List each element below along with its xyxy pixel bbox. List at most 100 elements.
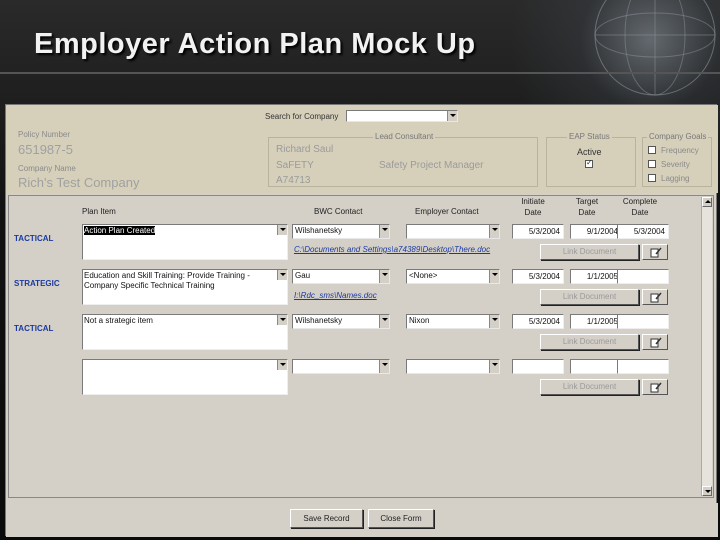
frequency-label: Frequency: [661, 146, 699, 155]
row-type-label: TACTICAL: [14, 324, 54, 333]
bwc-contact-combo[interactable]: Gau: [292, 269, 390, 284]
scroll-arrow-icon[interactable]: [277, 225, 287, 235]
title-divider: [0, 72, 720, 74]
plan-item-text: Not a strategic item: [84, 316, 153, 325]
frequency-checkbox[interactable]: [648, 146, 656, 154]
link-document-button[interactable]: Link Document: [540, 244, 639, 260]
plan-item-text: Education and Skill Training: Provide Tr…: [84, 271, 250, 290]
subform-scrollbar[interactable]: [701, 197, 712, 496]
bwc-contact-value: Wilshanetsky: [295, 316, 343, 325]
severity-label: Severity: [661, 160, 690, 169]
scroll-up-icon[interactable]: [702, 197, 712, 207]
company-goals-group: Company Goals Frequency Severity Lagging: [642, 132, 712, 187]
scroll-arrow-icon[interactable]: [277, 315, 287, 325]
eap-status-value: Active: [577, 147, 602, 157]
eap-status-checkbox[interactable]: [585, 158, 593, 168]
employer-contact-value: <None>: [409, 271, 438, 280]
consultant-name: Richard Saul: [276, 144, 334, 155]
col-employer-contact: Employer Contact: [415, 207, 479, 216]
lagging-checkbox[interactable]: [648, 174, 656, 182]
eap-status-title: EAP Status: [567, 132, 612, 141]
link-document-button[interactable]: Link Document: [540, 289, 639, 305]
lead-consultant-group: Lead Consultant Richard Saul SaFETY Safe…: [268, 132, 538, 187]
chevron-down-icon[interactable]: [379, 225, 389, 238]
bwc-contact-value: Wilshanetsky: [295, 226, 343, 235]
link-document-button[interactable]: Link Document: [540, 379, 639, 395]
chevron-down-icon[interactable]: [489, 270, 499, 283]
initiate-date-field[interactable]: 5/3/2004: [512, 314, 564, 329]
row-type-label: TACTICAL: [14, 234, 54, 243]
scroll-arrow-icon[interactable]: [277, 360, 287, 370]
complete-date-field[interactable]: [617, 314, 669, 329]
complete-date-field[interactable]: [617, 269, 669, 284]
company-name-value: Rich's Test Company: [18, 175, 140, 190]
lead-consultant-title: Lead Consultant: [373, 132, 436, 141]
scroll-arrow-icon[interactable]: [277, 270, 287, 280]
consultant-department: SaFETY: [276, 160, 314, 171]
plan-item-field[interactable]: Not a strategic item: [82, 314, 288, 350]
consultant-role: Safety Project Manager: [379, 160, 484, 171]
col-bwc-contact: BWC Contact: [314, 207, 363, 216]
initiate-date-field[interactable]: [512, 359, 564, 374]
bwc-contact-combo[interactable]: Wilshanetsky: [292, 314, 390, 329]
open-document-button[interactable]: [642, 289, 668, 305]
plan-item-text: Action Plan Created: [84, 226, 156, 235]
initiate-date-field[interactable]: 5/3/2004: [512, 269, 564, 284]
employer-contact-combo[interactable]: [406, 224, 500, 239]
linked-document-path[interactable]: I:\Rdc_sms\Names.doc: [294, 291, 377, 300]
chevron-down-icon[interactable]: [489, 225, 499, 238]
edit-document-icon: [650, 337, 662, 348]
col-plan-item: Plan Item: [82, 207, 116, 216]
complete-date-field[interactable]: 5/3/2004: [617, 224, 669, 239]
edit-document-icon: [650, 247, 662, 258]
row-type-label: STRATEGIC: [14, 279, 60, 288]
severity-checkbox[interactable]: [648, 160, 656, 168]
policy-number-value: 651987-5: [18, 142, 73, 157]
chevron-down-icon[interactable]: [379, 270, 389, 283]
bwc-contact-combo[interactable]: Wilshanetsky: [292, 224, 390, 239]
edit-document-icon: [650, 292, 662, 303]
form-header: Policy Number 651987-5 Company Name Rich…: [6, 105, 718, 193]
bwc-contact-combo[interactable]: [292, 359, 390, 374]
link-document-button[interactable]: Link Document: [540, 334, 639, 350]
employer-contact-combo[interactable]: <None>: [406, 269, 500, 284]
slide-title: Employer Action Plan Mock Up: [34, 28, 476, 60]
save-record-button[interactable]: Save Record: [290, 509, 363, 528]
search-company-combo[interactable]: [346, 110, 458, 122]
col-complete-date: Complete Date: [622, 197, 658, 217]
bwc-contact-value: Gau: [295, 271, 311, 280]
target-date-field[interactable]: [570, 359, 622, 374]
col-target-date: Target Date: [575, 197, 599, 217]
linked-document-path[interactable]: C:\Documents and Settings\a74389\Desktop…: [294, 245, 490, 254]
company-goals-title: Company Goals: [647, 132, 709, 141]
scroll-down-icon[interactable]: [702, 486, 712, 496]
chevron-down-icon[interactable]: [379, 360, 389, 373]
target-date-field[interactable]: 9/1/2004: [570, 224, 622, 239]
col-initiate-date: Initiate Date: [521, 197, 545, 217]
open-document-button[interactable]: [642, 334, 668, 350]
company-name-label: Company Name: [18, 164, 76, 173]
plan-item-field[interactable]: Action Plan Created: [82, 224, 288, 260]
chevron-down-icon[interactable]: [447, 111, 457, 121]
consultant-id: A74713: [276, 175, 311, 186]
plan-items-subform: Plan Item BWC Contact Employer Contact I…: [8, 195, 714, 498]
open-document-button[interactable]: [642, 244, 668, 260]
complete-date-field[interactable]: [617, 359, 669, 374]
open-document-button[interactable]: [642, 379, 668, 395]
plan-item-field[interactable]: [82, 359, 288, 395]
employer-contact-combo[interactable]: Nixon: [406, 314, 500, 329]
close-form-button[interactable]: Close Form: [368, 509, 434, 528]
target-date-field[interactable]: 1/1/2005: [570, 269, 622, 284]
chevron-down-icon[interactable]: [489, 315, 499, 328]
chevron-down-icon[interactable]: [379, 315, 389, 328]
employer-contact-combo[interactable]: [406, 359, 500, 374]
plan-item-field[interactable]: Education and Skill Training: Provide Tr…: [82, 269, 288, 305]
chevron-down-icon[interactable]: [489, 360, 499, 373]
employer-contact-value: Nixon: [409, 316, 430, 325]
target-date-field[interactable]: 1/1/2005: [570, 314, 622, 329]
form-footer: Save Record Close Form: [6, 503, 718, 537]
employer-action-plan-form: Policy Number 651987-5 Company Name Rich…: [5, 104, 718, 537]
policy-number-label: Policy Number: [18, 130, 71, 139]
initiate-date-field[interactable]: 5/3/2004: [512, 224, 564, 239]
eap-status-group: EAP Status Active: [546, 132, 636, 187]
